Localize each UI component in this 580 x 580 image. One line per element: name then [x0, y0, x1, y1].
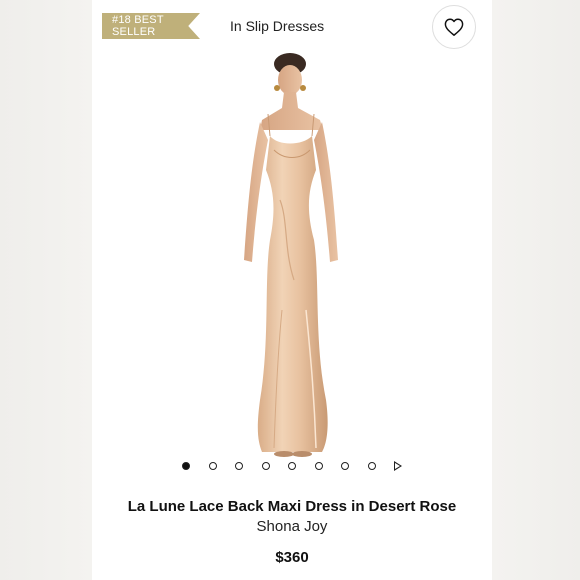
play-icon[interactable] — [394, 461, 402, 471]
best-seller-badge: #18 BEST SELLER — [102, 13, 200, 39]
carousel-dot-5[interactable] — [288, 462, 296, 470]
heart-icon — [444, 18, 464, 36]
product-brand[interactable]: Shona Joy — [92, 518, 492, 535]
carousel-dot-1[interactable] — [182, 462, 190, 470]
best-seller-label: #18 BEST SELLER — [112, 14, 164, 38]
product-price: $360 — [275, 549, 309, 566]
carousel-dot-7[interactable] — [341, 462, 349, 470]
carousel-dot-3[interactable] — [235, 462, 243, 470]
product-title[interactable]: La Lune Lace Back Maxi Dress in Desert R… — [92, 498, 492, 515]
carousel-indicators — [182, 459, 402, 473]
right-background — [492, 0, 580, 580]
carousel-dot-2[interactable] — [208, 462, 217, 470]
carousel-dot-8[interactable] — [367, 462, 376, 470]
product-image[interactable] — [222, 50, 362, 460]
wishlist-button[interactable] — [432, 5, 476, 49]
carousel-dot-4[interactable] — [261, 462, 270, 470]
carousel-dot-6[interactable] — [314, 462, 323, 470]
left-background — [0, 0, 92, 580]
product-card: #18 BEST SELLER In Slip Dresses La Lune … — [92, 0, 492, 580]
category-link[interactable]: In Slip Dresses — [230, 18, 324, 34]
